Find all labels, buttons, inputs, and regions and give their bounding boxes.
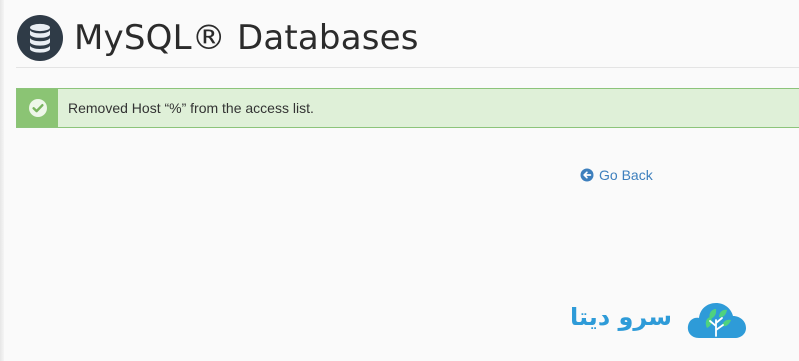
brand-watermark: سرو دیتا: [570, 294, 748, 340]
alert-message: Removed Host “%” from the access list.: [68, 100, 314, 116]
header-divider: [16, 67, 799, 68]
check-circle-icon: [28, 99, 47, 117]
page: MySQL® Databases Removed Host “%” from t…: [0, 0, 799, 361]
database-icon: [17, 15, 63, 61]
success-alert: Removed Host “%” from the access list.: [16, 88, 799, 128]
arrow-left-circle-icon: [580, 168, 594, 182]
brand-name: سرو دیتا: [570, 303, 672, 331]
alert-icon-container: [17, 89, 58, 127]
page-header: MySQL® Databases: [16, 10, 419, 66]
left-edge-shadow: [0, 0, 4, 361]
cloud-tree-logo: [686, 294, 748, 340]
go-back-label: Go Back: [599, 167, 653, 183]
go-back-link[interactable]: Go Back: [580, 167, 653, 183]
page-title: MySQL® Databases: [74, 18, 419, 58]
